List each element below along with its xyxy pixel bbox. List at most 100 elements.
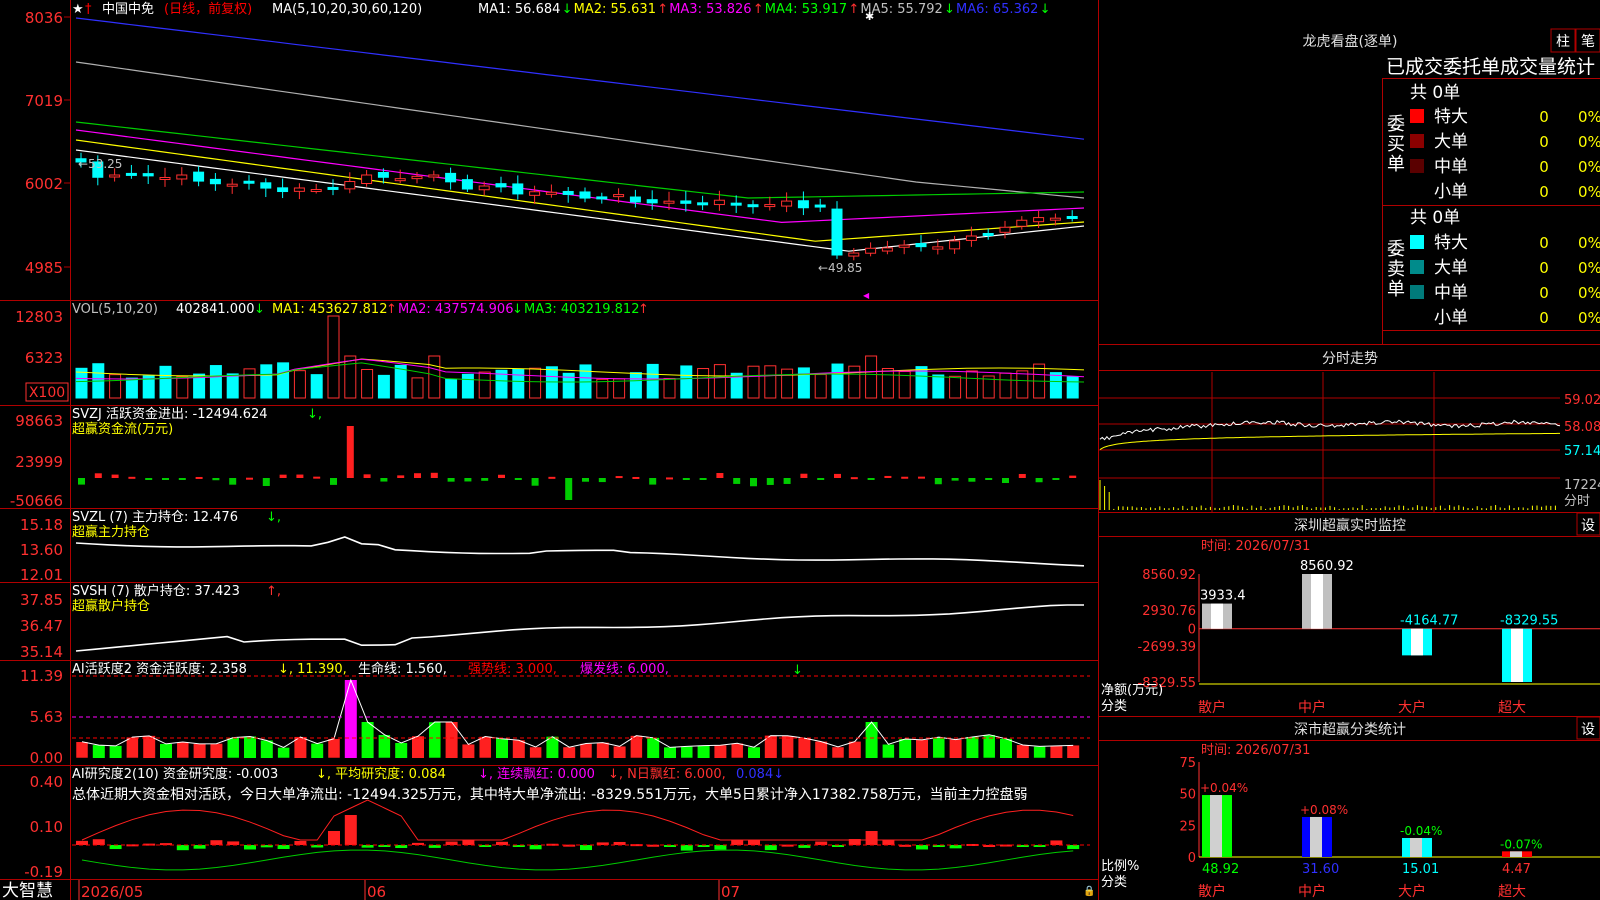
y-tick-label: 25	[1179, 819, 1196, 834]
lhb-row-name: 特大	[1434, 107, 1468, 127]
lhb-row-name: 小单	[1434, 182, 1468, 202]
x-tick-label: 2026/05	[81, 883, 143, 900]
ai-active-bar	[92, 745, 105, 758]
lock-icon[interactable]: 🔒	[1083, 885, 1095, 897]
vol-ma-legend-arrow: ↑	[386, 302, 397, 317]
svzj-bar	[195, 476, 203, 479]
ai-research-t2: ↓, 平均研究度: 0.084	[316, 766, 446, 782]
ai-active-bar	[563, 747, 576, 758]
high-price-label: ←53.25	[78, 157, 122, 171]
ai-active-bar	[596, 742, 609, 758]
y-tick-label: 2930.76	[1142, 604, 1196, 619]
sz-stats-value-label: 15.01	[1402, 862, 1439, 877]
y-tick-label: 7019	[25, 92, 63, 110]
fenshi-y-label: 57.14	[1564, 444, 1600, 459]
volume-bars	[75, 315, 1079, 399]
sz-stats-value-label: 31.60	[1302, 862, 1339, 877]
volume-bar	[109, 374, 122, 399]
ma-legend-arrow: ↓	[562, 2, 573, 17]
sz-monitor-unit: 净额(万元)	[1101, 683, 1163, 698]
sz-stats-category: 中户	[1298, 883, 1326, 900]
terminal-canvas: 3933.4 散户 8560.92 中户 -4164.77 大户 -8329.55 超大 +0…	[0, 0, 1600, 900]
svzj-bar	[262, 478, 270, 487]
fenshi-tag: 分时	[1564, 494, 1590, 509]
ai-active-bar	[160, 743, 172, 758]
lhb-row-name: 大单	[1434, 132, 1468, 152]
candle-body	[512, 183, 524, 195]
ai-active-bar	[1033, 746, 1046, 758]
svsh-y-axis: 37.85 36.47 35.14	[20, 591, 63, 661]
volume-bar	[226, 373, 239, 399]
volume-bar	[646, 363, 659, 399]
ma-legend: MA1: 56.684 ↓ MA2: 55.631 ↑ MA3: 53.826 ↑ MA4:…	[478, 2, 1051, 17]
lhb-row-count: 0	[1539, 259, 1549, 277]
y-tick-label: 15.18	[20, 516, 63, 534]
candle-body	[361, 174, 373, 184]
volume-bar	[310, 374, 323, 399]
svzj-bar	[111, 474, 119, 478]
candle-body	[1016, 219, 1028, 227]
ai-research-bar	[294, 840, 307, 845]
symbol-name[interactable]: 中国中免	[102, 2, 154, 17]
lhb-bar-button-label: 柱	[1556, 34, 1570, 50]
ai-research-bar	[815, 841, 828, 845]
candle-body	[445, 172, 457, 183]
svzj-bar	[817, 478, 825, 480]
vol-header: VOL(5,10,20) 402841.000 ↓	[72, 302, 265, 317]
svzj-bar	[447, 478, 455, 482]
lhb-row-pct: 0%	[1578, 183, 1600, 201]
svsh-subtitle: 超赢散户持仓	[72, 598, 150, 614]
moving-average-lines	[75, 17, 1085, 252]
svzj-bar	[699, 478, 707, 480]
ai-research-bar	[76, 840, 88, 845]
ai-active-bar	[748, 747, 760, 758]
svzj-bar	[128, 476, 136, 479]
candle-body	[697, 202, 709, 206]
candle-body	[176, 174, 188, 180]
lhb-row-pct: 0%	[1578, 133, 1600, 151]
ai-active-bars	[75, 678, 1080, 759]
y-tick-label: -0.19	[24, 863, 63, 881]
ai-active-bar	[126, 737, 139, 758]
svzj-bar	[582, 478, 589, 482]
sz-stats-change-label: -0.07%	[1500, 837, 1542, 851]
candle-body	[394, 178, 406, 182]
ma-legend-arrow: ↑	[753, 2, 764, 17]
ai-active-bar	[731, 743, 744, 758]
lhb-row-pct: 0%	[1578, 309, 1600, 327]
ai-research-bar	[277, 845, 290, 849]
ma-legend-arrow: ↑	[657, 2, 668, 17]
candle-body	[226, 183, 238, 187]
candle-body	[428, 174, 440, 178]
ai-research-bar	[193, 845, 206, 849]
candle-body	[831, 208, 843, 256]
ai-active-bar	[277, 747, 290, 758]
cursor-pointer-icon: ◀	[863, 291, 870, 300]
svzl-title: SVZL (7) 主力持仓: 12.476	[72, 510, 238, 525]
ai-active-header: AI活跃度2 资金活跃度: 2.358 ↓, 11.390, 生命线: 1.56…	[72, 661, 803, 678]
ai-active-bar	[932, 737, 945, 758]
ai-active-bar	[714, 745, 727, 758]
ma-legend-item: MA6: 65.362	[956, 2, 1038, 17]
svzj-bar	[346, 426, 354, 478]
svzj-subtitle: 超赢资金流(万元)	[72, 421, 173, 437]
lhb-row-count: 0	[1539, 158, 1549, 176]
volume-bar	[881, 367, 894, 399]
volume-bar	[277, 362, 290, 399]
sz-monitor-category: 中户	[1298, 699, 1326, 716]
svzj-bar	[1035, 478, 1043, 483]
candle-body	[747, 204, 759, 208]
ai-active-bar	[949, 739, 962, 758]
svzj-bar	[94, 473, 102, 478]
star-icon[interactable]: ★	[72, 2, 84, 17]
volume-bar	[125, 377, 138, 399]
candle-body	[344, 181, 356, 190]
candlesticks[interactable]	[75, 152, 1078, 261]
candle-body	[1049, 217, 1061, 221]
fenshi-labels: 59.02 58.08 57.14 17224 分时	[1564, 393, 1600, 509]
svzj-bar	[884, 475, 892, 478]
main-y-ticks	[64, 16, 70, 268]
lhb-row-name: 小单	[1434, 308, 1468, 328]
ai-active-bar	[76, 741, 88, 758]
svzj-bar	[968, 478, 976, 482]
